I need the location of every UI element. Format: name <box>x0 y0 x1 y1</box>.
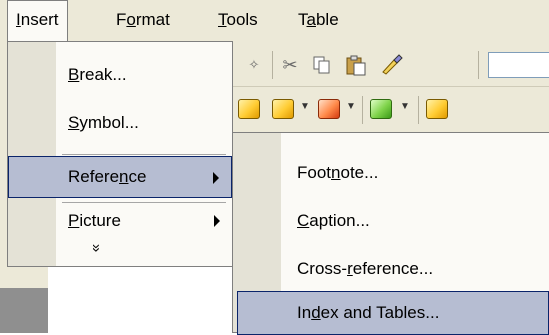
menu-item-label: reak... <box>79 65 127 84</box>
submenu-item-label-pre: Foot <box>297 163 332 182</box>
insert-menu: Break... Symbol... Reference Picture » <box>7 41 233 267</box>
standard-toolbar: ✧ ✂ <box>232 42 549 87</box>
chevron-down-icon[interactable]: ▼ <box>300 101 310 112</box>
menu-item-accel: B <box>68 65 80 84</box>
spellcheck-icon[interactable]: ✧ <box>242 54 266 76</box>
chevron-down-icon[interactable]: ▼ <box>400 101 410 112</box>
submenu-item-accel: C <box>297 211 310 230</box>
toolbar-separator <box>272 51 273 79</box>
formatting-toolbar: ▼ ▼ ▼ <box>232 87 549 132</box>
menu-bar: Insert Format Tools Table <box>0 0 549 42</box>
submenu-item-accel: d <box>311 303 321 322</box>
menu-format-label-pre: F <box>116 10 127 29</box>
copy-icon[interactable] <box>310 54 334 76</box>
toolbar-area: ✧ ✂ ▼ ▼ ▼ <box>232 42 549 132</box>
format-painter-icon[interactable] <box>380 54 404 76</box>
menu-table[interactable]: Table <box>290 0 347 42</box>
outline-promote-icon[interactable] <box>238 99 260 119</box>
submenu-item-caption[interactable]: Caption... <box>233 197 549 245</box>
insert-field-icon[interactable] <box>370 99 392 119</box>
vertical-ruler <box>0 288 48 333</box>
toolbar-separator <box>418 96 419 124</box>
toolbar-separator <box>478 51 479 79</box>
menu-separator <box>62 154 226 155</box>
submenu-item-accel: n <box>331 163 341 182</box>
menu-item-label: ymbol... <box>79 113 139 132</box>
menu-table-label-pre: T <box>298 10 307 29</box>
paste-icon[interactable] <box>344 54 368 76</box>
menu-table-accel: a <box>306 10 316 29</box>
submenu-item-index-and-tables[interactable]: Index and Tables... <box>237 291 549 335</box>
menu-item-label: icture <box>79 211 121 230</box>
font-name-combo[interactable] <box>488 52 549 78</box>
submenu-item-label-pre: Cross- <box>297 259 348 278</box>
menu-insert[interactable]: Insert <box>7 0 68 42</box>
menu-item-picture[interactable]: Picture <box>8 200 232 242</box>
outline-level-icon[interactable] <box>318 99 340 119</box>
menu-item-symbol[interactable]: Symbol... <box>8 102 232 144</box>
menu-item-accel: S <box>68 113 80 132</box>
submenu-item-label: eference... <box>352 259 434 278</box>
menu-insert-label: nsert <box>20 10 59 29</box>
expand-menu-icon[interactable]: » <box>86 238 106 258</box>
menu-format[interactable]: Format <box>108 0 178 42</box>
submenu-arrow-icon <box>213 172 219 184</box>
menu-format-accel: o <box>126 10 136 29</box>
menu-tools-label: ools <box>226 10 258 29</box>
chevron-down-icon[interactable]: ▼ <box>346 101 356 112</box>
submenu-item-label-pre: In <box>297 303 312 322</box>
submenu-item-cross-reference[interactable]: Cross-reference... <box>233 245 549 293</box>
menu-item-accel: n <box>119 167 129 186</box>
submenu-arrow-icon <box>214 215 220 227</box>
submenu-item-footnote[interactable]: Footnote... <box>233 149 549 197</box>
outline-demote-icon[interactable] <box>272 99 294 119</box>
menu-table-label: ble <box>315 10 339 29</box>
submenu-item-label: ex and Tables... <box>320 303 440 322</box>
submenu-item-label: ote... <box>340 163 379 182</box>
menu-item-break[interactable]: Break... <box>8 54 232 96</box>
menu-tools-accel: T <box>218 10 227 29</box>
menu-format-label: rmat <box>135 10 170 29</box>
menu-tools[interactable]: Tools <box>210 0 266 42</box>
update-fields-icon[interactable] <box>426 99 448 119</box>
menu-item-reference[interactable]: Reference <box>8 156 232 198</box>
toolbar-separator <box>362 96 363 124</box>
menu-item-accel: P <box>68 211 80 230</box>
menu-item-label: ce <box>128 167 147 186</box>
submenu-item-label: aption... <box>309 211 370 230</box>
reference-submenu: Footnote... Caption... Cross-reference..… <box>232 132 549 335</box>
cut-icon[interactable]: ✂ <box>278 54 302 76</box>
menu-item-label-pre: Refere <box>68 167 120 186</box>
